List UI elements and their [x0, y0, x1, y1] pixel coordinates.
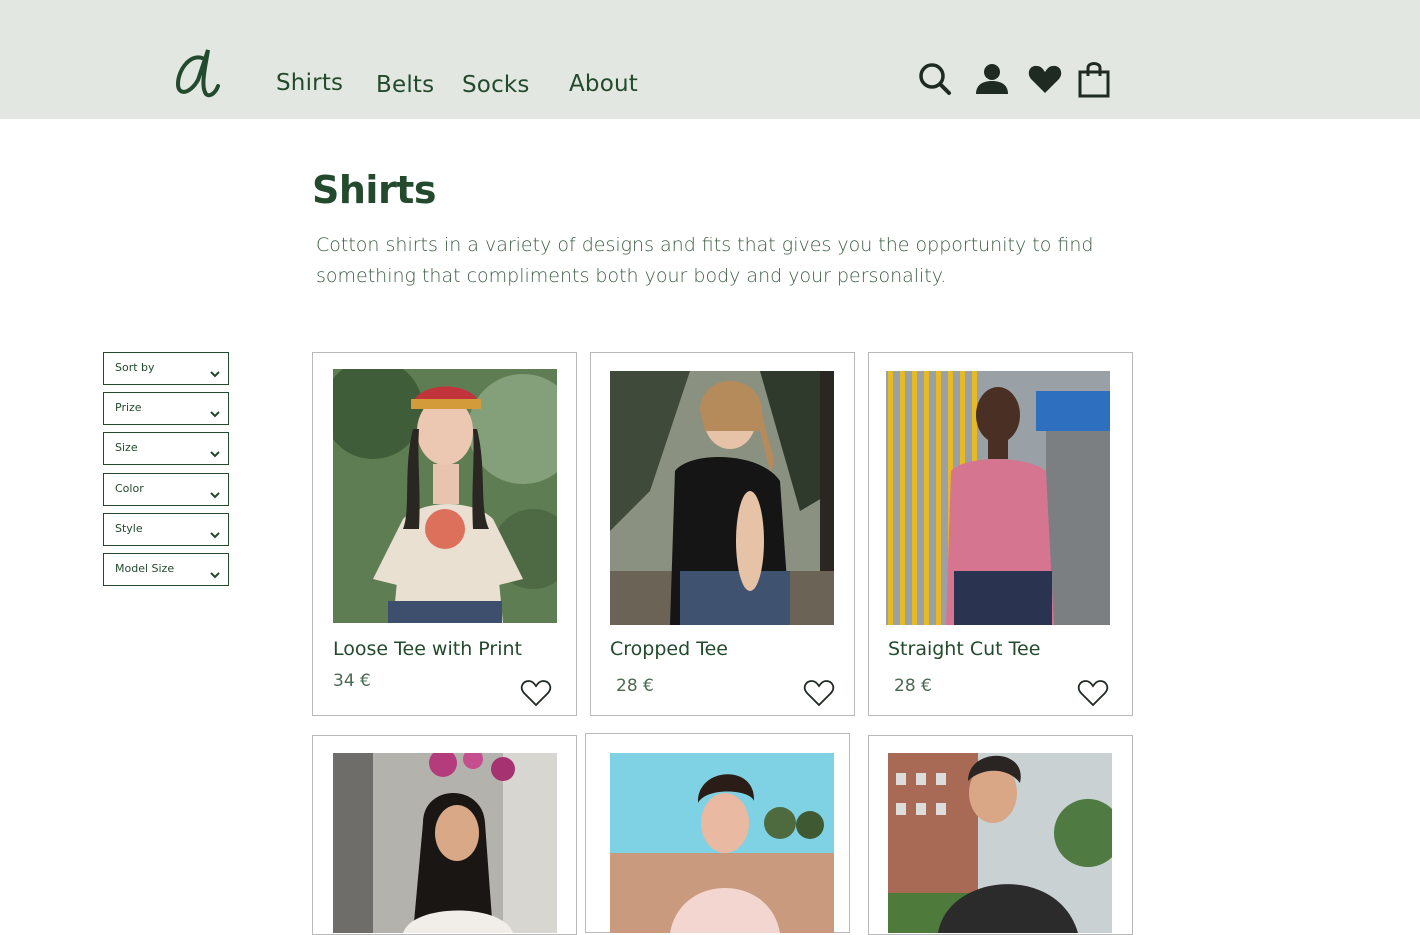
- chevron-down-icon: [210, 443, 220, 462]
- filter-sort-by[interactable]: Sort by: [103, 352, 229, 385]
- site-header: Shirts Belts Socks About: [0, 0, 1420, 119]
- filter-prize[interactable]: Prize: [103, 392, 229, 425]
- shopping-bag-icon[interactable]: [1078, 60, 1110, 98]
- product-price: 28 €: [616, 676, 654, 696]
- nav-shirts[interactable]: Shirts: [276, 70, 343, 96]
- nav-about[interactable]: About: [569, 71, 638, 97]
- product-photo[interactable]: [333, 369, 557, 623]
- page-description: Cotton shirts in a variety of designs an…: [316, 234, 1094, 287]
- filter-label: Style: [115, 522, 143, 535]
- product-card[interactable]: [312, 735, 577, 935]
- filter-size[interactable]: Size: [103, 432, 229, 465]
- product-name[interactable]: Loose Tee with Print: [333, 638, 522, 660]
- product-photo[interactable]: [610, 371, 834, 625]
- filter-color[interactable]: Color: [103, 473, 229, 506]
- favorite-heart-icon[interactable]: [520, 679, 552, 711]
- filter-model-size[interactable]: Model Size: [103, 553, 229, 586]
- filter-label: Prize: [115, 401, 142, 414]
- chevron-down-icon: [210, 403, 220, 422]
- product-name[interactable]: Cropped Tee: [610, 638, 728, 660]
- product-photo[interactable]: [333, 753, 557, 933]
- chevron-down-icon: [210, 484, 220, 503]
- product-card[interactable]: Straight Cut Tee 28 €: [868, 352, 1133, 716]
- product-name[interactable]: Straight Cut Tee: [888, 638, 1040, 660]
- user-icon[interactable]: [974, 62, 1010, 96]
- filter-label: Size: [115, 441, 138, 454]
- product-price: 28 €: [894, 676, 932, 696]
- chevron-down-icon: [210, 524, 220, 543]
- page-title: Shirts: [312, 168, 436, 212]
- search-icon[interactable]: [918, 62, 952, 96]
- product-price: 34 €: [333, 671, 371, 691]
- filter-label: Model Size: [115, 562, 175, 575]
- product-card[interactable]: Loose Tee with Print 34 €: [312, 352, 577, 716]
- product-card[interactable]: Cropped Tee 28 €: [590, 352, 855, 716]
- heart-icon[interactable]: [1028, 64, 1062, 94]
- favorite-heart-icon[interactable]: [1077, 679, 1109, 711]
- product-photo[interactable]: [610, 753, 834, 933]
- product-photo[interactable]: [886, 371, 1110, 625]
- filter-style[interactable]: Style: [103, 513, 229, 546]
- product-card[interactable]: [868, 735, 1133, 935]
- product-photo[interactable]: [888, 753, 1112, 933]
- chevron-down-icon: [210, 363, 220, 382]
- filter-label: Color: [115, 482, 144, 495]
- favorite-heart-icon[interactable]: [803, 679, 835, 711]
- nav-belts[interactable]: Belts: [376, 72, 434, 98]
- brand-logo[interactable]: [172, 40, 224, 102]
- nav-socks[interactable]: Socks: [462, 72, 530, 98]
- chevron-down-icon: [210, 564, 220, 583]
- filter-label: Sort by: [115, 361, 155, 374]
- product-card[interactable]: [585, 733, 850, 933]
